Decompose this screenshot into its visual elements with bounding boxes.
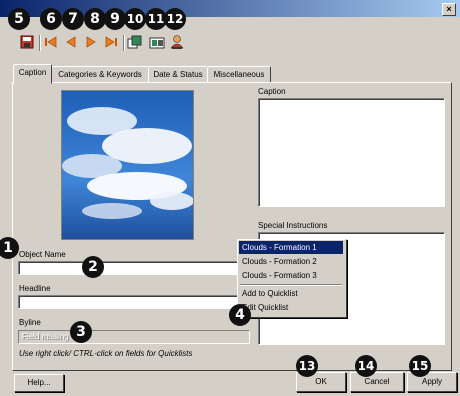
caption-label: Caption	[258, 87, 286, 96]
callout-badge: 15	[409, 355, 431, 377]
menu-item-edit-quicklist[interactable]: Edit Quicklist	[239, 301, 343, 314]
menu-separator	[240, 284, 342, 286]
menu-item-formation-1[interactable]: Clouds - Formation 1	[239, 241, 343, 254]
callout-badge: 13	[296, 355, 318, 377]
last-record-icon	[105, 36, 117, 48]
copy-fields-button[interactable]	[126, 33, 144, 51]
help-button[interactable]: Help...	[14, 374, 64, 392]
quicklist-context-menu: Clouds - Formation 1 Clouds - Formation …	[237, 239, 347, 318]
headline-input[interactable]	[18, 295, 250, 309]
tab-date-status[interactable]: Date & Status	[148, 66, 208, 83]
callout-badge: 5	[8, 8, 30, 30]
caption-textarea[interactable]	[258, 98, 445, 207]
paste-fields-button[interactable]	[148, 33, 166, 51]
menu-item-add-to-quicklist[interactable]: Add to Quicklist	[239, 287, 343, 300]
callout-badge: 14	[355, 355, 377, 377]
tab-caption[interactable]: Caption	[13, 64, 52, 84]
clouds-photo	[62, 91, 193, 239]
save-button[interactable]	[18, 33, 36, 51]
object-name-input[interactable]	[18, 261, 250, 275]
callout-badge: 10	[124, 8, 146, 30]
callout-badge: 6	[40, 8, 62, 30]
menu-item-formation-3[interactable]: Clouds - Formation 3	[239, 269, 343, 282]
previous-record-button[interactable]	[62, 33, 80, 51]
quicklist-hint: Use right click/ CTRL-click on fields fo…	[19, 349, 193, 358]
special-instructions-label: Special Instructions	[258, 221, 328, 230]
callout-badge: 7	[62, 8, 84, 30]
next-record-icon	[86, 36, 96, 48]
tab-miscellaneous[interactable]: Miscellaneous	[207, 66, 271, 83]
next-record-button[interactable]	[82, 33, 100, 51]
byline-input[interactable]: Field missing	[18, 330, 250, 344]
user-template-icon	[170, 35, 184, 49]
callout-badge: 3	[70, 321, 92, 343]
save-icon	[20, 35, 34, 49]
object-name-label: Object Name	[19, 250, 66, 259]
user-template-button[interactable]	[168, 33, 186, 51]
first-record-button[interactable]	[42, 33, 60, 51]
close-button[interactable]: ×	[442, 3, 456, 16]
headline-label: Headline	[19, 284, 51, 293]
callout-badge: 12	[164, 8, 186, 30]
first-record-icon	[45, 36, 57, 48]
last-record-button[interactable]	[102, 33, 120, 51]
byline-label: Byline	[19, 318, 41, 327]
callout-badge: 9	[104, 8, 126, 30]
previous-record-icon	[66, 36, 76, 48]
toolbar	[12, 33, 188, 56]
image-preview	[61, 90, 194, 240]
copy-fields-icon	[127, 35, 142, 49]
cancel-button[interactable]: Cancel	[350, 372, 404, 392]
callout-badge: 8	[84, 8, 106, 30]
menu-item-formation-2[interactable]: Clouds - Formation 2	[239, 255, 343, 268]
callout-badge: 2	[82, 256, 104, 278]
paste-fields-icon	[149, 37, 165, 49]
callout-badge: 4	[229, 304, 251, 326]
tab-categories-keywords[interactable]: Categories & Keywords	[51, 66, 149, 83]
